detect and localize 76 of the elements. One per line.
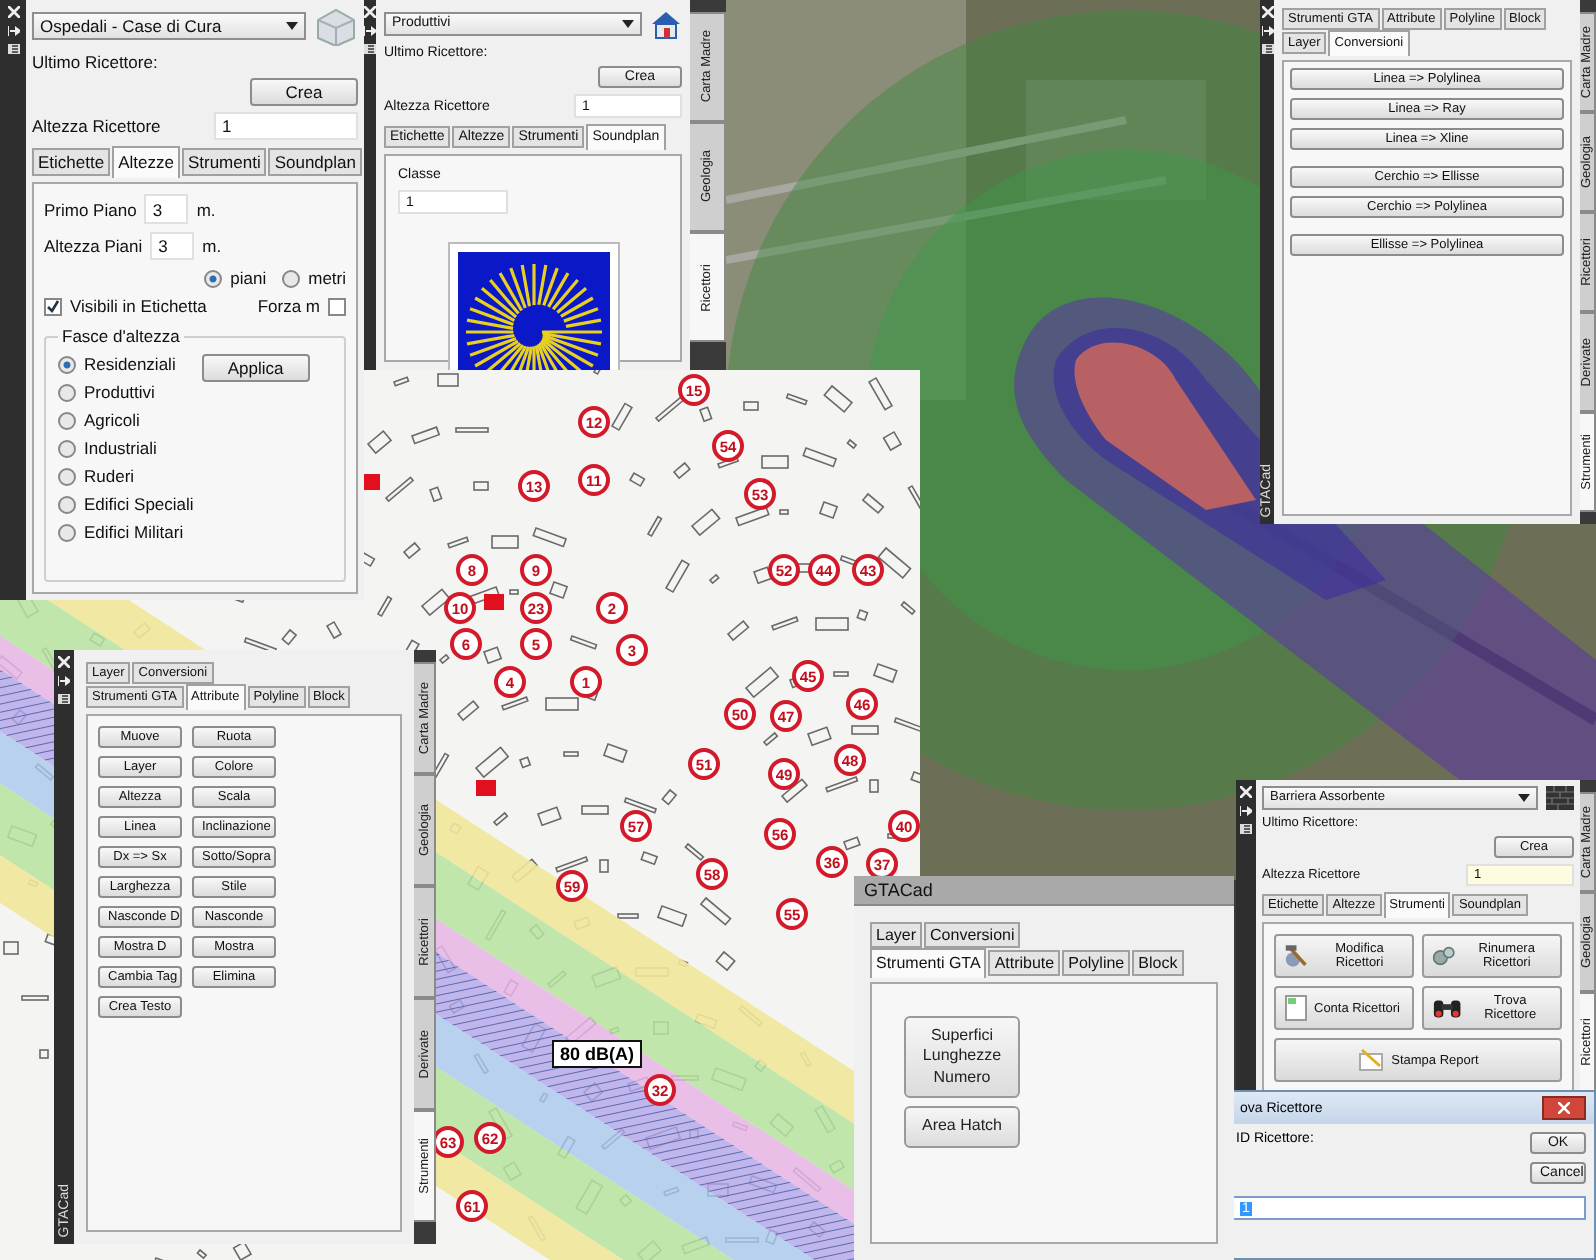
checkbox-option[interactable]: Visibili in Etichetta bbox=[44, 296, 207, 317]
caret-icon bbox=[622, 19, 634, 28]
radio-option[interactable]: Produttivi bbox=[58, 382, 194, 403]
radio-circle[interactable] bbox=[58, 467, 76, 486]
group-title: Fasce d'altezza bbox=[58, 326, 184, 347]
menu-icon[interactable] bbox=[1261, 44, 1273, 54]
radio-option[interactable]: Industriali bbox=[58, 438, 194, 459]
radio-circle[interactable] bbox=[58, 523, 76, 542]
radio-circle[interactable] bbox=[58, 355, 76, 374]
tab[interactable]: Strumenti bbox=[181, 148, 267, 177]
checkbox-option[interactable]: Forza m bbox=[257, 296, 346, 317]
floor-height-field[interactable]: 3 bbox=[150, 231, 195, 261]
pin-icon[interactable] bbox=[58, 676, 70, 686]
tab[interactable]: Soundplan bbox=[268, 148, 362, 177]
binoculars-icon bbox=[1432, 996, 1463, 1021]
tab[interactable]: Strumenti GTA bbox=[870, 948, 987, 978]
unit-label: m. bbox=[196, 199, 216, 220]
close-icon[interactable] bbox=[364, 6, 376, 18]
pin-icon[interactable] bbox=[1240, 806, 1252, 816]
tool-button[interactable]: Area Hatch bbox=[904, 1106, 1020, 1148]
radio-option[interactable]: Agricoli bbox=[58, 410, 194, 431]
tab[interactable]: Altezze bbox=[112, 146, 180, 179]
menu-icon[interactable] bbox=[1240, 824, 1252, 834]
tool-button[interactable]: Superfici Lunghezze Numero bbox=[904, 1016, 1020, 1099]
radio-option[interactable]: piani bbox=[204, 268, 267, 289]
tab[interactable]: Conversioni bbox=[924, 922, 1021, 948]
pin-icon[interactable] bbox=[7, 26, 19, 36]
radio-option[interactable]: Edifici Speciali bbox=[58, 494, 194, 515]
close-button[interactable] bbox=[1542, 1096, 1586, 1120]
caret-icon bbox=[286, 22, 298, 30]
checkbox[interactable] bbox=[44, 297, 62, 316]
floor-height-label: Altezza Piani bbox=[44, 236, 143, 257]
last-receptor-label: Ultimo Ricettore: bbox=[32, 52, 160, 72]
menu-icon[interactable] bbox=[58, 694, 70, 704]
radio-option[interactable]: Ruderi bbox=[58, 466, 194, 487]
dropdown[interactable]: Ospedali - Case di Cura bbox=[32, 11, 306, 41]
close-icon[interactable] bbox=[7, 6, 19, 18]
close-icon[interactable] bbox=[1261, 6, 1273, 18]
radio-circle[interactable] bbox=[58, 411, 76, 430]
close-icon[interactable] bbox=[1240, 786, 1252, 798]
tab[interactable]: Polyline bbox=[1062, 950, 1131, 976]
radio-option[interactable]: metri bbox=[282, 268, 346, 289]
caret-icon bbox=[1518, 793, 1530, 802]
close-icon[interactable] bbox=[58, 656, 70, 668]
document-icon bbox=[1284, 994, 1308, 1023]
hammer-icon bbox=[1284, 942, 1309, 971]
menu-icon[interactable] bbox=[364, 44, 376, 54]
unit-label: m. bbox=[202, 236, 222, 257]
pin-icon[interactable] bbox=[364, 26, 376, 36]
apply-button[interactable]: Applica bbox=[201, 354, 310, 383]
checkbox[interactable] bbox=[328, 297, 346, 316]
house-icon bbox=[650, 8, 682, 40]
radio-option[interactable]: Residenziali bbox=[58, 354, 194, 375]
radio-option[interactable]: Edifici Militari bbox=[58, 522, 194, 543]
receptor-height-label: Altezza Ricettore bbox=[32, 116, 161, 137]
tab[interactable]: Block bbox=[1132, 950, 1184, 976]
create-button[interactable]: Crea bbox=[250, 78, 358, 106]
building-icon bbox=[314, 6, 358, 46]
first-floor-field[interactable]: 3 bbox=[144, 194, 189, 224]
pencil-icon bbox=[1357, 1048, 1386, 1073]
noise-level-label: 80 dB(A) bbox=[552, 1040, 643, 1068]
tab[interactable]: Etichette bbox=[32, 148, 111, 177]
tab[interactable]: Attribute bbox=[988, 950, 1061, 976]
radio-circle[interactable] bbox=[58, 383, 76, 402]
radio-circle[interactable] bbox=[58, 495, 76, 514]
window-title: GTACad bbox=[854, 876, 1234, 906]
receptor-height-field[interactable]: 1 bbox=[214, 112, 358, 141]
radio-circle[interactable] bbox=[58, 439, 76, 458]
close-icon bbox=[1558, 1102, 1570, 1114]
radio-circle[interactable] bbox=[204, 269, 223, 288]
radio-circle[interactable] bbox=[282, 269, 301, 288]
menu-icon[interactable] bbox=[7, 44, 19, 54]
first-floor-label: Primo Piano bbox=[44, 199, 137, 220]
pin-icon[interactable] bbox=[1261, 26, 1273, 36]
tab[interactable]: Layer bbox=[870, 922, 923, 948]
wall-icon bbox=[1546, 786, 1574, 810]
